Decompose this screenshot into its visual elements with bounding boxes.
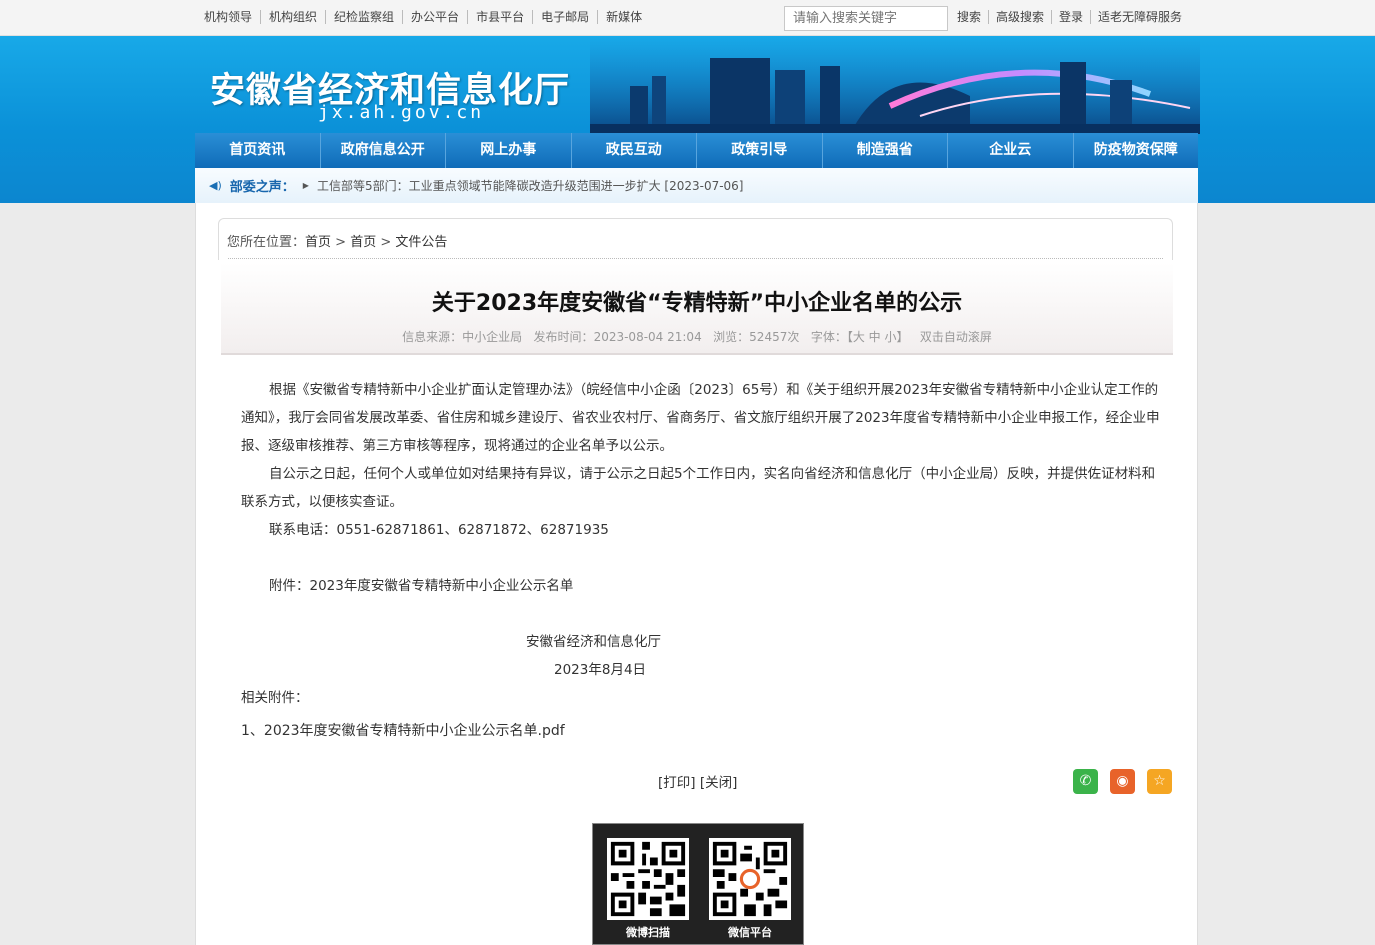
nav-item-home[interactable]: 首页资讯 bbox=[195, 133, 321, 168]
weibo-qr-label: 微博扫描 bbox=[626, 926, 670, 939]
accessibility-link[interactable]: 适老无障碍服务 bbox=[1090, 10, 1189, 24]
search-button[interactable]: 搜索 bbox=[950, 10, 988, 24]
article-paragraph-2: 自公示之日起，任何个人或单位如对结果持有异议，请于公示之日起5个工作日内，实名向… bbox=[241, 466, 1156, 510]
signature-org: 安徽省经济和信息化厅 bbox=[526, 634, 661, 650]
site-logo-domain: jx.ah.gov.cn bbox=[318, 102, 485, 123]
breadcrumb-home-2[interactable]: 首页 bbox=[350, 235, 376, 250]
nav-item-manufacturing[interactable]: 制造强省 bbox=[823, 133, 948, 168]
related-attachments-label: 相关附件： bbox=[241, 690, 309, 706]
attachment-link[interactable]: 1、2023年度安徽省专精特新中小企业公示名单.pdf bbox=[241, 717, 1161, 745]
top-link-email[interactable]: 电子邮局 bbox=[532, 10, 597, 24]
contact-phone: 联系电话：0551-62871861、62871872、62871935 bbox=[269, 522, 609, 538]
login-link[interactable]: 登录 bbox=[1051, 10, 1090, 24]
article-panel: 您所在位置：首页 > 首页 > 文件公告 关于2023年度安徽省“专精特新”中小… bbox=[195, 203, 1198, 945]
main-nav: 首页资讯 政府信息公开 网上办事 政民互动 政策引导 制造强省 企业云 防疫物资… bbox=[195, 133, 1198, 168]
news-ticker: ◀) 部委之声： ▶ 工信部等5部门：工业重点领域节能降碳改造升级范围进一步扩大… bbox=[195, 168, 1198, 203]
weibo-icon[interactable]: ◉ bbox=[1110, 769, 1135, 794]
wechat-qr-label: 微信平台 bbox=[728, 926, 772, 939]
print-link[interactable]: [打印] bbox=[658, 775, 696, 791]
ticker-arrow-icon: ▶ bbox=[302, 181, 309, 190]
article-meta: 信息来源：中小企业局 发布时间：2023-08-04 21:04 浏览：5245… bbox=[221, 328, 1173, 345]
top-link-leaders[interactable]: 机构领导 bbox=[196, 10, 260, 24]
nav-item-interaction[interactable]: 政民互动 bbox=[572, 133, 697, 168]
top-link-newmedia[interactable]: 新媒体 bbox=[597, 10, 650, 24]
wechat-qr-code bbox=[709, 838, 791, 920]
favorite-icon[interactable]: ☆ bbox=[1147, 769, 1172, 794]
breadcrumb-separator: > bbox=[335, 235, 347, 250]
wechat-icon[interactable]: ✆ bbox=[1073, 769, 1098, 794]
meta-views: 52457次 bbox=[749, 330, 800, 344]
weibo-qr-code bbox=[607, 838, 689, 920]
top-links: 机构领导 机构组织 纪检监察组 办公平台 市县平台 电子邮局 新媒体 bbox=[196, 10, 650, 24]
article-header: 关于2023年度安徽省“专精特新”中小企业名单的公示 信息来源：中小企业局 发布… bbox=[221, 263, 1173, 355]
autoscroll-hint: 双击自动滚屏 bbox=[919, 330, 992, 344]
speaker-icon: ◀) bbox=[209, 179, 222, 192]
breadcrumb: 您所在位置：首页 > 首页 > 文件公告 bbox=[218, 218, 1173, 260]
ticker-news-link[interactable]: 工信部等5部门：工业重点领域节能降碳改造升级范围进一步扩大 [2023-07-0… bbox=[317, 177, 744, 194]
meta-source-label: 信息来源： bbox=[402, 330, 463, 344]
article-title: 关于2023年度安徽省“专精特新”中小企业名单的公示 bbox=[431, 291, 963, 316]
print-close: [打印] [关闭] bbox=[658, 771, 737, 791]
article-paragraph-1: 根据《安徽省专精特新中小企业扩面认定管理办法》（皖经信中小企函〔2023〕65号… bbox=[241, 382, 1160, 454]
search-input[interactable] bbox=[784, 6, 948, 31]
nav-item-epidemic-supplies[interactable]: 防疫物资保障 bbox=[1074, 133, 1199, 168]
nav-item-gov-info[interactable]: 政府信息公开 bbox=[321, 133, 446, 168]
breadcrumb-home[interactable]: 首页 bbox=[305, 235, 331, 250]
divider bbox=[228, 258, 1163, 259]
advanced-search-link[interactable]: 高级搜索 bbox=[988, 10, 1051, 24]
signature-date: 2023年8月4日 bbox=[554, 662, 647, 678]
qr-code-panel: 微博扫描 微信平台 bbox=[592, 823, 804, 945]
top-link-discipline[interactable]: 纪检监察组 bbox=[325, 10, 402, 24]
font-size-switcher[interactable]: 【大 中 小】 bbox=[847, 330, 909, 344]
breadcrumb-current[interactable]: 文件公告 bbox=[395, 235, 447, 250]
breadcrumb-prefix: 您所在位置： bbox=[227, 235, 306, 250]
nav-item-online-service[interactable]: 网上办事 bbox=[446, 133, 572, 168]
top-link-org[interactable]: 机构组织 bbox=[260, 10, 325, 24]
meta-views-label: 浏览： bbox=[713, 330, 750, 344]
meta-time: 2023-08-04 21:04 bbox=[593, 330, 702, 344]
close-link[interactable]: [关闭] bbox=[700, 775, 738, 791]
ticker-label: 部委之声： bbox=[229, 180, 295, 195]
top-right-links: 搜索 高级搜索 登录 适老无障碍服务 bbox=[950, 10, 1189, 24]
header-skyline-image bbox=[590, 36, 1200, 134]
meta-time-label: 发布时间： bbox=[533, 330, 594, 344]
meta-source: 中小企业局 bbox=[462, 330, 523, 344]
top-link-office[interactable]: 办公平台 bbox=[402, 10, 467, 24]
meta-font-label: 字体： bbox=[810, 330, 847, 344]
nav-item-enterprise-cloud[interactable]: 企业云 bbox=[948, 133, 1074, 168]
breadcrumb-separator: > bbox=[380, 235, 392, 250]
top-link-county[interactable]: 市县平台 bbox=[467, 10, 532, 24]
nav-item-policy[interactable]: 政策引导 bbox=[697, 133, 823, 168]
top-bar: 机构领导 机构组织 纪检监察组 办公平台 市县平台 电子邮局 新媒体 搜索 高级… bbox=[0, 0, 1375, 36]
attachment-note: 附件：2023年度安徽省专精特新中小企业公示名单 bbox=[269, 578, 574, 594]
